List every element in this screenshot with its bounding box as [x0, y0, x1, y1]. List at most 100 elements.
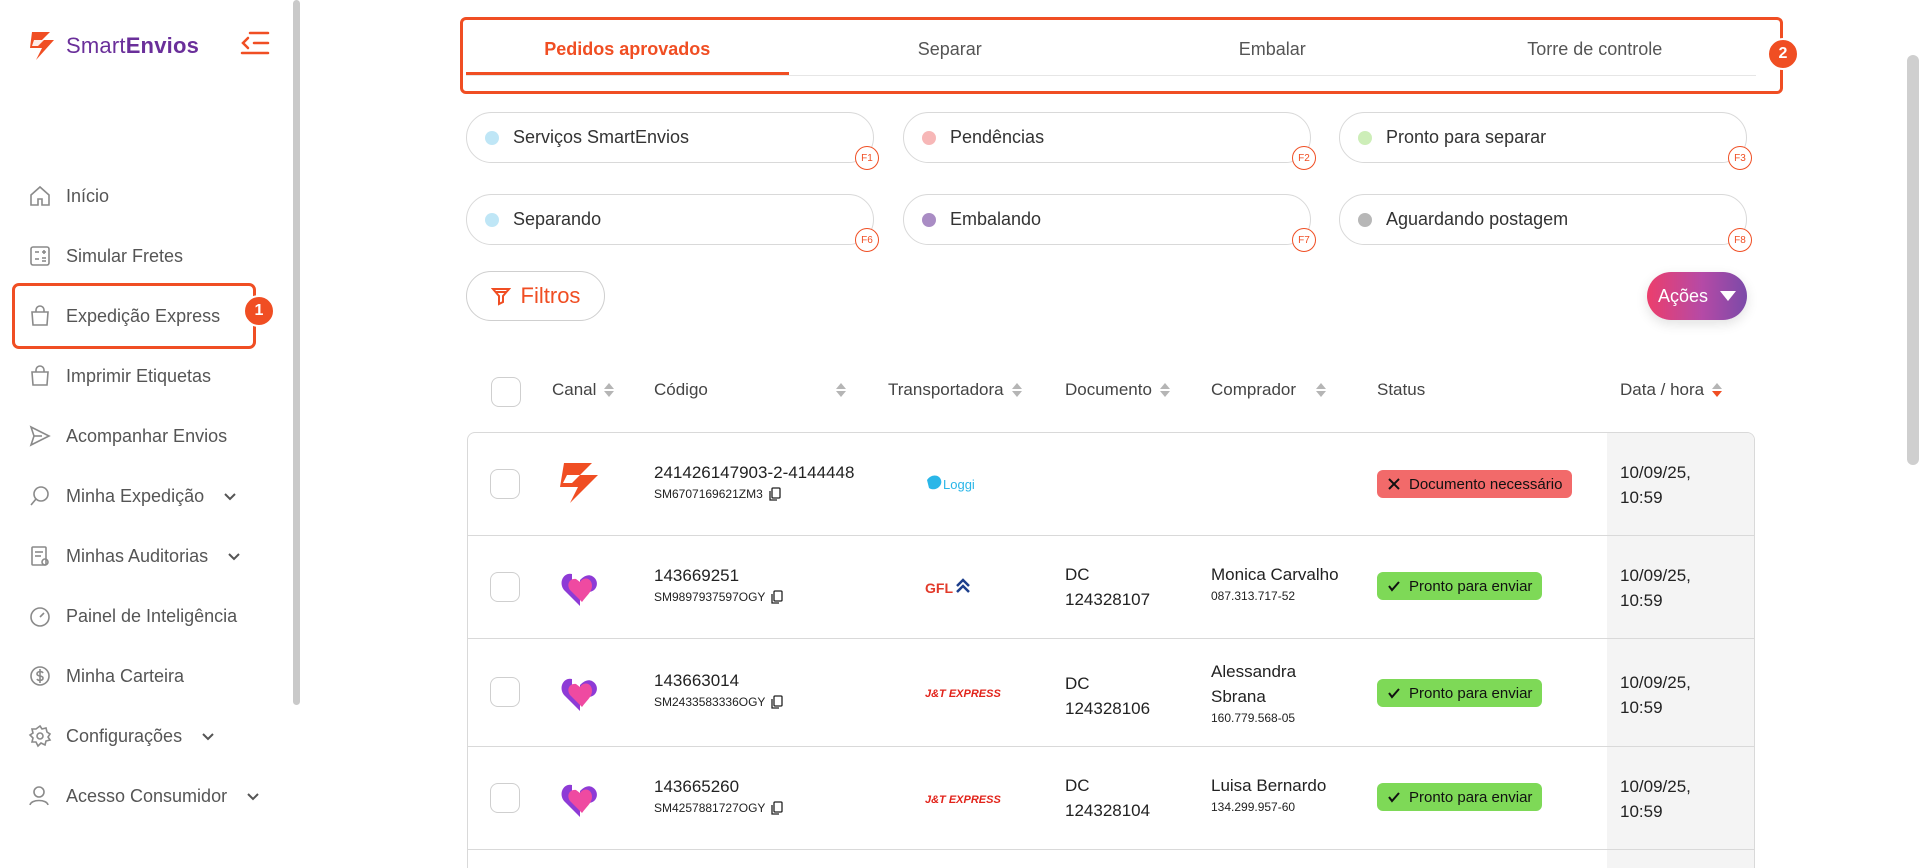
copy-icon[interactable] [771, 801, 784, 815]
status-dot [485, 212, 499, 227]
sidebar-item-minhas-auditorias[interactable]: Minhas Auditorias [28, 526, 288, 586]
sort-icon [835, 383, 846, 397]
sidebar-item-label: Acompanhar Envios [66, 425, 228, 446]
select-all-checkbox[interactable] [491, 377, 521, 407]
status-text: Pronto para enviar [1409, 788, 1533, 806]
table-row[interactable]: 143665260 SM4257881727OGY J&T EXPRESS DC… [468, 747, 1754, 850]
time-text: 10:59 [1620, 802, 1663, 821]
sidebar-item-painel-inteligencia[interactable]: Painel de Inteligência [28, 586, 288, 646]
sidebar-item-simular-fretes[interactable]: Simular Fretes [28, 226, 288, 286]
sidebar-item-minha-expedicao[interactable]: Minha Expedição [28, 466, 288, 526]
page-scrollbar[interactable] [1907, 55, 1919, 465]
sidebar-item-minha-carteira[interactable]: Minha Carteira [28, 646, 288, 706]
column-header-data-hora[interactable]: Data / hora [1620, 380, 1723, 400]
tracking-code-text: SM6707169621ZM3 [654, 487, 763, 501]
sort-icon [604, 383, 615, 397]
table-header: Canal Código Transportadora Documento Co… [466, 372, 1756, 412]
column-header-label: Código [654, 380, 708, 399]
tab-pedidos-aprovados[interactable]: Pedidos aprovados [466, 28, 789, 75]
filter-chip-aguardando-postagem[interactable]: Aguardando postagem F8 [1339, 194, 1752, 252]
tab-torre-de-controle[interactable]: Torre de controle [1434, 28, 1757, 75]
date-cell: 10/09/25, 10:59 [1620, 774, 1691, 824]
copy-icon[interactable] [769, 487, 781, 501]
tab-embalar[interactable]: Embalar [1111, 28, 1434, 75]
table-row[interactable]: 143663014 SM2433583336OGY J&T EXPRESS DC… [468, 639, 1754, 747]
chevron-down-icon [228, 553, 240, 561]
column-header-status[interactable]: Status [1377, 380, 1425, 400]
order-code: 241426147903-2-4144448 [654, 463, 855, 482]
filter-chip-label: Embalando [950, 209, 1042, 229]
status-text: Pronto para enviar [1409, 577, 1533, 595]
sidebar-item-label: Minha Expedição [66, 485, 205, 506]
date-text: 10/09/25, [1620, 777, 1691, 796]
select-all-checkbox-wrap [491, 377, 521, 407]
sidebar-item-acesso-consumidor[interactable]: Acesso Consumidor [28, 766, 288, 826]
home-icon [30, 185, 50, 206]
row-checkbox[interactable] [490, 677, 520, 707]
order-code-cell: 143663014 SM2433583336OGY [654, 671, 784, 709]
order-code-cell: 143665260 SM4257881727OGY [654, 777, 784, 815]
filter-chip-servicos[interactable]: Serviços SmartEnvios F1 [466, 112, 879, 170]
buyer-cpf: 134.299.957-60 [1211, 800, 1296, 814]
filter-chip-label: Pendências [950, 127, 1045, 147]
filter-chip-separando[interactable]: Separando F6 [466, 194, 879, 252]
sidebar-scrollbar[interactable] [293, 0, 300, 705]
actions-dropdown-button[interactable]: Ações [1647, 272, 1747, 320]
copy-icon[interactable] [771, 695, 784, 709]
filter-chip-pronto-separar[interactable]: Pronto para separar F3 [1339, 112, 1752, 170]
row-checkbox[interactable] [490, 783, 520, 813]
column-header-documento[interactable]: Documento [1065, 380, 1170, 400]
caret-down-icon [1720, 291, 1737, 301]
send-icon [29, 425, 51, 447]
sidebar-item-label: Painel de Inteligência [66, 605, 238, 626]
loggi-carrier-logo: Loggi [927, 475, 975, 492]
column-header-codigo[interactable]: Código [654, 380, 846, 400]
sidebar-item-label: Acesso Consumidor [66, 785, 228, 806]
main-content: 2 Pedidos aprovados Separar Embalar Torr… [300, 0, 1919, 868]
brand-name-light: Smart [66, 33, 126, 58]
check-icon [1388, 581, 1400, 592]
carrier-text: Loggi [943, 477, 975, 492]
buyer-cell: Monica Carvalho 087.313.717-52 [1211, 562, 1339, 605]
row-checkbox[interactable] [490, 572, 520, 602]
sidebar-item-acompanhar-envios[interactable]: Acompanhar Envios [28, 406, 288, 466]
brand-logo[interactable]: SmartEnvios [28, 30, 199, 62]
order-code: 143665260 [654, 777, 740, 796]
buyer-cpf: 160.779.568-05 [1211, 711, 1296, 725]
brand-name: SmartEnvios [66, 33, 199, 59]
sidebar-item-configuracoes[interactable]: Configurações [28, 706, 288, 766]
dollar-icon [30, 666, 50, 686]
calculator-icon [30, 246, 50, 266]
status-dot [1358, 212, 1372, 227]
order-code-cell: 143669251 SM9897937597OGY [654, 566, 784, 604]
bag-icon [31, 305, 49, 326]
sidebar-item-expedicao-express[interactable]: Expedição Express [12, 283, 256, 349]
date-cell: 10/09/25, 10:59 [1620, 460, 1691, 510]
document-cell: DC 124328106 [1065, 671, 1150, 721]
column-header-transportadora[interactable]: Transportadora [888, 380, 1022, 400]
filters-button[interactable]: Filtros [466, 271, 605, 321]
collapse-menu-icon[interactable] [240, 30, 270, 56]
close-icon [1388, 478, 1400, 490]
tracking-code: SM4257881727OGY [654, 801, 784, 815]
column-header-label: Data / hora [1620, 380, 1705, 399]
tab-separar[interactable]: Separar [789, 28, 1112, 75]
row-checkbox[interactable] [490, 469, 520, 499]
smartenvios-logo-icon [30, 32, 54, 60]
column-header-canal[interactable]: Canal [552, 380, 615, 400]
date-text: 10/09/25, [1620, 673, 1691, 692]
sidebar-item-inicio[interactable]: Início [28, 166, 288, 226]
annotation-badge-1: 1 [243, 295, 275, 327]
document-number: 124328104 [1065, 801, 1151, 820]
column-header-comprador[interactable]: Comprador [1211, 380, 1327, 400]
search-chat-icon [30, 486, 49, 506]
actions-button-label: Ações [1657, 285, 1709, 306]
copy-icon[interactable] [771, 590, 784, 604]
date-cell: 10/09/25, 10:59 [1620, 563, 1691, 613]
sidebar-item-imprimir-etiquetas[interactable]: Imprimir Etiquetas [28, 346, 288, 406]
filter-chip-embalando[interactable]: Embalando F7 [903, 194, 1316, 252]
sort-icon [1316, 383, 1327, 397]
table-row[interactable]: 143669251 SM9897937597OGY GFL DC 12432810… [468, 536, 1754, 639]
filter-chip-pendencias[interactable]: Pendências F2 [903, 112, 1316, 170]
table-row[interactable]: 241426147903-2-4144448 SM6707169621ZM3 L… [468, 433, 1754, 536]
